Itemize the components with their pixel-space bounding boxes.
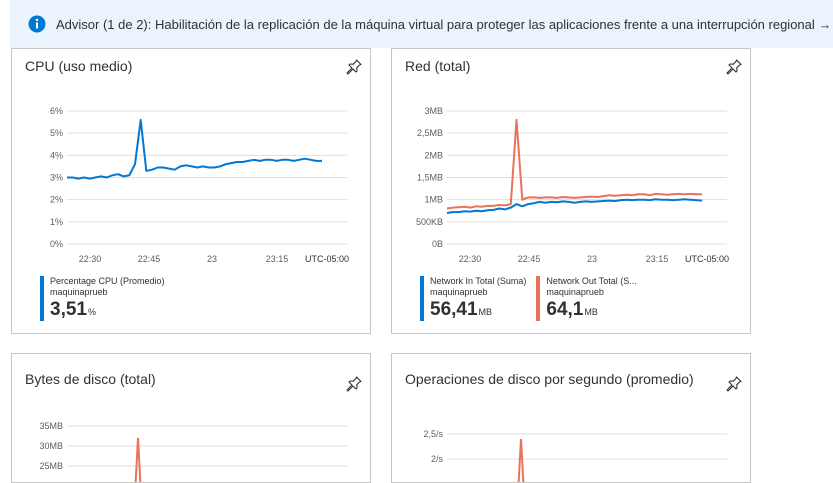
cpu-card[interactable]: CPU (uso medio) 0% 1% 2% 3% 4% 5% 6% 22:30 22:45…: [11, 48, 371, 334]
y-tick-label: 35MB: [39, 421, 63, 431]
disk-bytes-chart: 35MB 30MB 25MB: [39, 421, 347, 482]
y-tick-label: 6%: [50, 106, 63, 116]
legend-resource-name: maquinaprueb: [430, 287, 488, 297]
network-legend: Network In Total (Suma) maquinaprueb 56,41…: [420, 276, 647, 323]
disk-ops-card[interactable]: Operaciones de disco por segundo (promed…: [391, 353, 751, 483]
legend-item[interactable]: Network Out Total (S... maquinaprueb 64,1M…: [536, 276, 637, 323]
legend-unit: MB: [584, 307, 598, 317]
legend-color-bar: [40, 276, 44, 321]
legend-color-bar: [536, 276, 541, 321]
x-tick-label: 23:15: [646, 254, 669, 264]
x-tick-label: 23: [587, 254, 597, 264]
advisor-banner[interactable]: Advisor (1 de 2): Habilitación de la rep…: [10, 0, 833, 48]
y-tick-label: 2%: [50, 195, 63, 205]
y-tick-label: 3%: [50, 173, 63, 183]
y-tick-label: 2,5MB: [417, 128, 443, 138]
x-tick-label: 22:45: [138, 254, 161, 264]
y-tick-label: 25MB: [39, 461, 63, 471]
y-tick-label: 5%: [50, 128, 63, 138]
x-tick-label: 23:15: [266, 254, 289, 264]
disk-bytes-card[interactable]: Bytes de disco (total) 35MB 30MB 25MB: [11, 353, 371, 483]
y-tick-label: 4%: [50, 150, 63, 160]
legend-series-name: Percentage CPU (Promedio): [50, 276, 165, 286]
x-tick-label: 22:30: [459, 254, 482, 264]
y-tick-label: 2,5/s: [423, 429, 443, 439]
x-tick-label: 23: [207, 254, 217, 264]
y-tick-label: 0%: [50, 239, 63, 249]
x-tick-label: 22:45: [518, 254, 541, 264]
network-card[interactable]: Red (total) 0B 500KB 1MB 1,5MB 2MB 2,5MB 3MB 22…: [391, 48, 751, 334]
legend-resource-name: maquinaprueb: [546, 287, 604, 297]
series-line: [67, 118, 322, 180]
series-line: [134, 437, 142, 482]
disk-ops-chart: 2,5/s 2/s: [423, 429, 727, 482]
legend-unit: MB: [478, 307, 493, 317]
timezone-label: UTC-05:00: [685, 254, 729, 264]
y-tick-label: 30MB: [39, 441, 63, 451]
y-tick-label: 1MB: [424, 195, 443, 205]
legend-item[interactable]: Percentage CPU (Promedio) maquinaprueb 3,5…: [40, 276, 165, 323]
legend-series-name: Network In Total (Suma): [430, 276, 527, 286]
x-tick-label: 22:30: [79, 254, 102, 264]
legend-color-bar: [420, 276, 424, 321]
legend-value: 56,41MB: [430, 299, 493, 320]
series-line: [517, 438, 525, 482]
network-chart: 0B 500KB 1MB 1,5MB 2MB 2,5MB 3MB 22:30 22:45 23 23…: [416, 106, 729, 264]
legend-value: 64,1MB: [546, 299, 598, 320]
timezone-label: UTC-05:00: [305, 254, 349, 264]
y-tick-label: 1,5MB: [417, 173, 443, 183]
advisor-text[interactable]: Advisor (1 de 2): Habilitación de la rep…: [56, 17, 831, 32]
cpu-legend: Percentage CPU (Promedio) maquinaprueb 3,5…: [40, 276, 175, 323]
legend-series-name: Network Out Total (S...: [546, 276, 637, 286]
y-tick-label: 3MB: [424, 106, 443, 116]
y-tick-label: 2/s: [431, 454, 444, 464]
legend-resource-name: maquinaprueb: [50, 287, 108, 297]
y-tick-label: 1%: [50, 217, 63, 227]
legend-value: 3,51%: [50, 299, 96, 320]
y-tick-label: 0B: [432, 239, 443, 249]
y-tick-label: 500KB: [416, 217, 443, 227]
legend-unit: %: [87, 307, 96, 317]
legend-item[interactable]: Network In Total (Suma) maquinaprueb 56,41…: [420, 276, 526, 323]
cpu-chart: 0% 1% 2% 3% 4% 5% 6% 22:30 22:45 23 23:15 UTC-05:00: [50, 106, 349, 264]
info-icon: [28, 15, 46, 33]
y-tick-label: 2MB: [424, 150, 443, 160]
